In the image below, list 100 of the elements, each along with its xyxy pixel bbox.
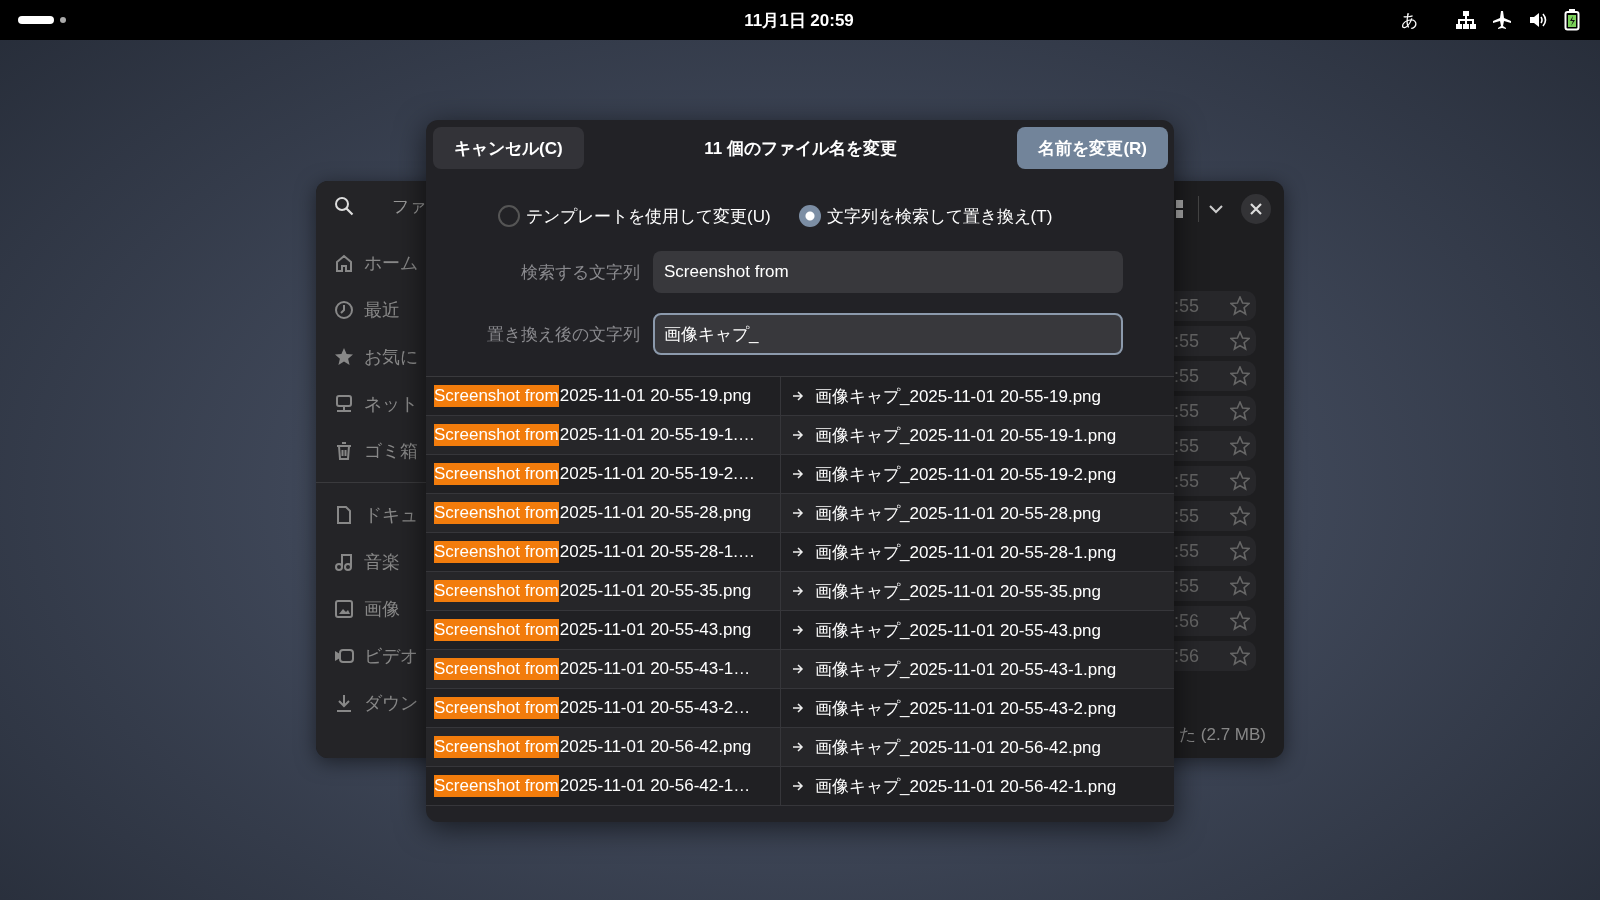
close-button[interactable] bbox=[1241, 194, 1271, 224]
match-highlight: Screenshot from bbox=[434, 385, 559, 407]
chevron-down-icon[interactable] bbox=[1209, 204, 1223, 214]
filename-text: 2025-11-01 20-55-28-1.… bbox=[559, 542, 756, 562]
new-filename: 画像キャプ_2025-11-01 20-55-19-1.png bbox=[815, 424, 1117, 447]
new-filename: 画像キャプ_2025-11-01 20-55-28-1.png bbox=[815, 541, 1117, 564]
cancel-button[interactable]: キャンセル(C) bbox=[433, 127, 584, 169]
new-filename: 画像キャプ_2025-11-01 20-55-43-2.png bbox=[815, 697, 1117, 720]
arrow-right-icon bbox=[792, 390, 804, 402]
new-filename: 画像キャプ_2025-11-01 20-55-28.png bbox=[815, 502, 1101, 525]
radio-button[interactable] bbox=[498, 205, 520, 227]
file-row[interactable]: :56 bbox=[1174, 641, 1256, 671]
filename-text: 2025-11-01 20-56-42-1… bbox=[559, 776, 751, 796]
file-row[interactable]: :55 bbox=[1174, 501, 1256, 531]
monitor-icon bbox=[334, 393, 354, 414]
sidebar-item[interactable]: ビデオ bbox=[334, 632, 426, 679]
filename-text: 2025-11-01 20-55-19.png bbox=[559, 386, 752, 406]
clock-icon bbox=[334, 299, 354, 320]
filename-text: 2025-11-01 20-55-19-1.… bbox=[559, 425, 756, 445]
new-filename: 画像キャプ_2025-11-01 20-55-19.png bbox=[815, 385, 1101, 408]
sidebar-item[interactable]: ゴミ箱 bbox=[334, 427, 426, 474]
file-row[interactable]: :55 bbox=[1174, 536, 1256, 566]
star-icon[interactable] bbox=[1230, 576, 1250, 596]
filename-text: 2025-11-01 20-56-42.png bbox=[559, 737, 752, 757]
workspace-indicator-icon[interactable] bbox=[18, 15, 66, 25]
sidebar-item[interactable]: ドキュ bbox=[334, 491, 426, 538]
sidebar-item[interactable]: ネット bbox=[334, 380, 426, 427]
home-icon bbox=[334, 252, 354, 273]
clock[interactable]: 11月1日 20:59 bbox=[744, 8, 854, 32]
new-filename: 画像キャプ_2025-11-01 20-55-43-1.png bbox=[815, 658, 1117, 681]
arrow-right-icon bbox=[792, 429, 804, 441]
trash-icon bbox=[334, 440, 354, 461]
new-filename: 画像キャプ_2025-11-01 20-56-42.png bbox=[815, 736, 1101, 759]
star-icon[interactable] bbox=[1230, 366, 1250, 386]
sidebar-item[interactable]: ホーム bbox=[334, 239, 426, 286]
airplane-icon[interactable] bbox=[1492, 10, 1512, 30]
star-icon[interactable] bbox=[1230, 646, 1250, 666]
match-highlight: Screenshot from bbox=[434, 658, 559, 680]
battery-icon[interactable] bbox=[1564, 9, 1580, 31]
star-icon[interactable] bbox=[1230, 506, 1250, 526]
arrow-right-icon bbox=[792, 663, 804, 675]
match-highlight: Screenshot from bbox=[434, 736, 559, 758]
star-icon[interactable] bbox=[1230, 401, 1250, 421]
file-row[interactable]: :55 bbox=[1174, 291, 1256, 321]
dialog-title: 11 個のファイル名を変更 bbox=[704, 137, 897, 160]
match-highlight: Screenshot from bbox=[434, 502, 559, 524]
search-text: ファ bbox=[392, 195, 426, 218]
search-icon[interactable] bbox=[334, 196, 354, 216]
field-label: 置き換え後の文字列 bbox=[486, 323, 640, 346]
filename-text: 2025-11-01 20-55-43-1… bbox=[559, 659, 751, 679]
star-icon[interactable] bbox=[1230, 436, 1250, 456]
close-icon bbox=[1250, 203, 1262, 215]
arrow-right-icon bbox=[792, 624, 804, 636]
new-filename: 画像キャプ_2025-11-01 20-55-35.png bbox=[815, 580, 1101, 603]
document-icon bbox=[334, 504, 354, 525]
file-row[interactable]: :55 bbox=[1174, 431, 1256, 461]
radio-label[interactable]: 文字列を検索して置き換え(T) bbox=[826, 204, 1053, 228]
filename-text: 2025-11-01 20-55-19-2.… bbox=[559, 464, 756, 484]
search-field[interactable]: Screenshot from bbox=[653, 251, 1123, 293]
match-highlight: Screenshot from bbox=[434, 463, 559, 485]
input-method-indicator[interactable]: あ bbox=[1401, 8, 1418, 32]
match-highlight: Screenshot from bbox=[434, 424, 559, 446]
star-icon bbox=[334, 346, 354, 367]
radio-label[interactable]: テンプレートを使用して変更(U) bbox=[526, 204, 771, 228]
new-filename: 画像キャプ_2025-11-01 20-55-19-2.png bbox=[815, 463, 1117, 486]
star-icon[interactable] bbox=[1230, 296, 1250, 316]
file-row[interactable]: :55 bbox=[1174, 326, 1256, 356]
star-icon[interactable] bbox=[1230, 331, 1250, 351]
arrow-right-icon bbox=[792, 702, 804, 714]
match-highlight: Screenshot from bbox=[434, 775, 559, 797]
match-highlight: Screenshot from bbox=[434, 541, 559, 563]
arrow-right-icon bbox=[792, 780, 804, 792]
sidebar-item[interactable]: ダウン bbox=[334, 679, 426, 726]
sidebar-item[interactable]: お気に bbox=[334, 333, 426, 380]
network-icon[interactable] bbox=[1456, 10, 1476, 30]
image-icon bbox=[334, 598, 354, 619]
filename-text: 2025-11-01 20-55-28.png bbox=[559, 503, 752, 523]
file-row[interactable]: :56 bbox=[1174, 606, 1256, 636]
file-row[interactable]: :55 bbox=[1174, 396, 1256, 426]
rename-button[interactable]: 名前を変更(R) bbox=[1017, 127, 1168, 169]
star-icon[interactable] bbox=[1230, 471, 1250, 491]
file-row[interactable]: :55 bbox=[1174, 571, 1256, 601]
file-row[interactable]: :55 bbox=[1174, 361, 1256, 391]
match-highlight: Screenshot from bbox=[434, 619, 559, 641]
arrow-right-icon bbox=[792, 741, 804, 753]
volume-icon[interactable] bbox=[1528, 10, 1548, 30]
sidebar-item[interactable]: 画像 bbox=[334, 585, 426, 632]
replace-field[interactable]: 画像キャプ_ bbox=[653, 313, 1123, 355]
filename-text: 2025-11-01 20-55-35.png bbox=[559, 581, 752, 601]
file-row[interactable]: :55 bbox=[1174, 466, 1256, 496]
radio-button[interactable] bbox=[798, 205, 821, 227]
filename-text: 2025-11-01 20-55-43.png bbox=[559, 620, 752, 640]
sidebar-item[interactable]: 最近 bbox=[334, 286, 426, 333]
star-icon[interactable] bbox=[1230, 611, 1250, 631]
sidebar-item[interactable]: 音楽 bbox=[334, 538, 426, 585]
star-icon[interactable] bbox=[1230, 541, 1250, 561]
music-note-icon bbox=[334, 551, 354, 572]
match-highlight: Screenshot from bbox=[434, 580, 559, 602]
new-filename: 画像キャプ_2025-11-01 20-55-43.png bbox=[815, 619, 1101, 642]
status-text: た (2.7 MB) bbox=[1178, 724, 1267, 746]
